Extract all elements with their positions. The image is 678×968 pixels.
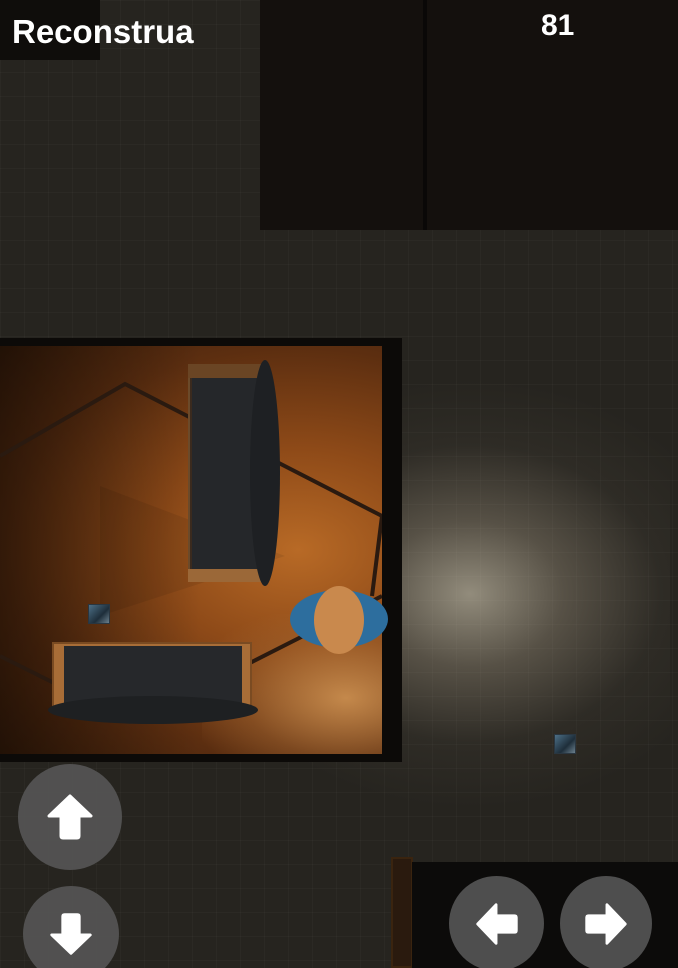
building-wall-divider: [423, 0, 427, 230]
move-left-button[interactable]: [449, 876, 544, 968]
player-head: [314, 586, 364, 654]
couch-back: [48, 696, 258, 724]
arrow-down-icon: [50, 913, 92, 955]
game-canvas: Reconstrua 81: [0, 0, 678, 968]
bed-footboard: [188, 569, 264, 582]
bed-sheet: [192, 378, 258, 570]
move-up-button[interactable]: [18, 764, 122, 870]
score-counter: 81: [541, 9, 575, 42]
building-top: [260, 0, 678, 230]
arrow-up-icon: [47, 794, 93, 840]
collectible-item[interactable]: [88, 604, 110, 624]
bed-pillow: [250, 360, 280, 586]
collectible-item[interactable]: [554, 734, 576, 754]
door: [391, 857, 413, 968]
arrow-right-icon: [585, 902, 627, 945]
bed-headboard: [188, 364, 264, 378]
game-title: Reconstrua: [12, 13, 194, 50]
move-right-button[interactable]: [560, 876, 652, 968]
arrow-left-icon: [475, 902, 518, 945]
